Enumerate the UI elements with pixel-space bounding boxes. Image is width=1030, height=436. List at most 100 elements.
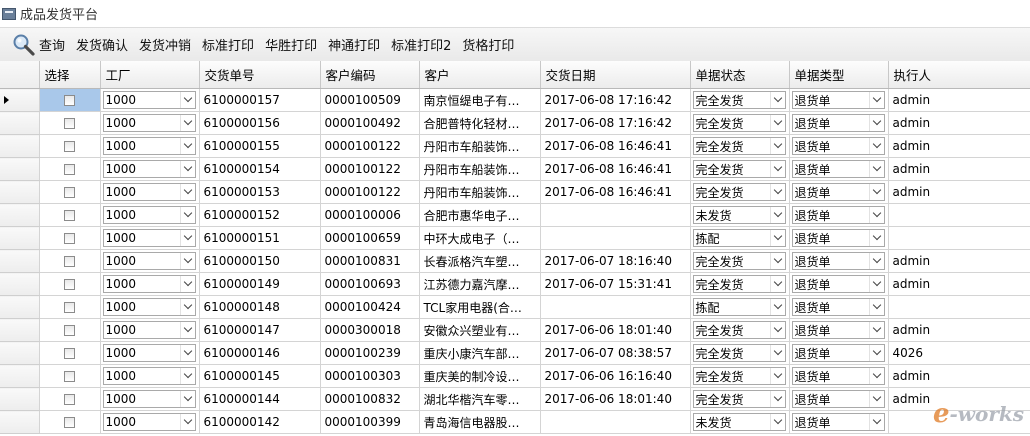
chevron-down-icon[interactable] bbox=[179, 391, 195, 407]
chevron-down-icon[interactable] bbox=[179, 184, 195, 200]
table-row[interactable]: 1000 6100000152 0000100006 合肥市惠华电子… 未发货 退货单 bbox=[0, 203, 1030, 227]
chevron-down-icon[interactable] bbox=[179, 345, 195, 361]
chevron-down-icon[interactable] bbox=[769, 391, 785, 407]
row-header[interactable] bbox=[0, 226, 40, 250]
table-row[interactable]: 1000 6100000153 0000100122 丹阳市车船装饰… 2017-06-… bbox=[0, 180, 1030, 204]
column-header-delivery-date[interactable]: 交货日期 bbox=[540, 61, 691, 89]
table-row[interactable]: 1000 6100000150 0000100831 长春派格汽车塑… 2017-06-… bbox=[0, 249, 1030, 273]
chevron-down-icon[interactable] bbox=[868, 414, 884, 430]
select-checkbox[interactable] bbox=[64, 233, 75, 244]
chevron-down-icon[interactable] bbox=[868, 299, 884, 315]
plant-select[interactable]: 1000 bbox=[102, 137, 196, 155]
chevron-down-icon[interactable] bbox=[769, 92, 785, 108]
chevron-down-icon[interactable] bbox=[179, 138, 195, 154]
row-header[interactable] bbox=[0, 295, 40, 319]
chevron-down-icon[interactable] bbox=[179, 299, 195, 315]
status-select[interactable]: 完全发货 bbox=[692, 160, 786, 178]
column-header-status[interactable]: 单据状态 bbox=[690, 61, 790, 89]
select-checkbox[interactable] bbox=[64, 118, 75, 129]
table-row[interactable]: 1000 6100000148 0000100424 TCL家用电器(合… 拣配 退货单 bbox=[0, 295, 1030, 319]
chevron-down-icon[interactable] bbox=[868, 368, 884, 384]
doc-type-select[interactable]: 退货单 bbox=[791, 114, 885, 132]
status-select[interactable]: 未发货 bbox=[692, 413, 786, 431]
column-header-delivery-no[interactable]: 交货单号 bbox=[199, 61, 321, 89]
chevron-down-icon[interactable] bbox=[179, 92, 195, 108]
chevron-down-icon[interactable] bbox=[769, 345, 785, 361]
doc-type-select[interactable]: 退货单 bbox=[791, 344, 885, 362]
chevron-down-icon[interactable] bbox=[179, 276, 195, 292]
plant-select[interactable]: 1000 bbox=[102, 206, 196, 224]
plant-select[interactable]: 1000 bbox=[102, 91, 196, 109]
plant-select[interactable]: 1000 bbox=[102, 229, 196, 247]
chevron-down-icon[interactable] bbox=[868, 161, 884, 177]
chevron-down-icon[interactable] bbox=[769, 322, 785, 338]
chevron-down-icon[interactable] bbox=[868, 322, 884, 338]
doc-type-select[interactable]: 退货单 bbox=[791, 298, 885, 316]
table-row[interactable]: 1000 6100000145 0000100303 重庆美的制冷设… 2017-06-… bbox=[0, 364, 1030, 388]
select-checkbox[interactable] bbox=[64, 141, 75, 152]
chevron-down-icon[interactable] bbox=[769, 368, 785, 384]
chevron-down-icon[interactable] bbox=[769, 299, 785, 315]
select-checkbox[interactable] bbox=[64, 371, 75, 382]
status-select[interactable]: 完全发货 bbox=[692, 321, 786, 339]
row-header[interactable] bbox=[0, 111, 40, 135]
table-row[interactable]: 1000 6100000154 0000100122 丹阳市车船装饰… 2017-06-… bbox=[0, 157, 1030, 181]
doc-type-select[interactable]: 退货单 bbox=[791, 229, 885, 247]
plant-select[interactable]: 1000 bbox=[102, 413, 196, 431]
table-row[interactable]: 1000 6100000144 0000100832 湖北华楷汽车零… 2017-06-… bbox=[0, 387, 1030, 411]
doc-type-select[interactable]: 退货单 bbox=[791, 390, 885, 408]
status-select[interactable]: 完全发货 bbox=[692, 275, 786, 293]
status-select[interactable]: 完全发货 bbox=[692, 91, 786, 109]
table-row[interactable]: 1000 6100000155 0000100122 丹阳市车船装饰… 2017-06-… bbox=[0, 134, 1030, 158]
chevron-down-icon[interactable] bbox=[769, 138, 785, 154]
row-header[interactable] bbox=[0, 157, 40, 181]
chevron-down-icon[interactable] bbox=[769, 207, 785, 223]
chevron-down-icon[interactable] bbox=[179, 115, 195, 131]
table-row[interactable]: 1000 6100000149 0000100693 江苏德力嘉汽摩… 2017-06-… bbox=[0, 272, 1030, 296]
chevron-down-icon[interactable] bbox=[868, 345, 884, 361]
doc-type-select[interactable]: 退货单 bbox=[791, 183, 885, 201]
plant-select[interactable]: 1000 bbox=[102, 367, 196, 385]
chevron-down-icon[interactable] bbox=[179, 414, 195, 430]
row-header[interactable] bbox=[0, 272, 40, 296]
select-checkbox[interactable] bbox=[64, 164, 75, 175]
table-row[interactable]: 1000 6100000146 0000100239 重庆小康汽车部… 2017-06-… bbox=[0, 341, 1030, 365]
select-checkbox[interactable] bbox=[64, 302, 75, 313]
plant-select[interactable]: 1000 bbox=[102, 344, 196, 362]
doc-type-select[interactable]: 退货单 bbox=[791, 137, 885, 155]
plant-select[interactable]: 1000 bbox=[102, 298, 196, 316]
plant-select[interactable]: 1000 bbox=[102, 114, 196, 132]
chevron-down-icon[interactable] bbox=[769, 115, 785, 131]
doc-type-select[interactable]: 退货单 bbox=[791, 252, 885, 270]
chevron-down-icon[interactable] bbox=[868, 391, 884, 407]
plant-select[interactable]: 1000 bbox=[102, 252, 196, 270]
shelf-print-button[interactable]: 货格打印 bbox=[462, 35, 514, 54]
status-select[interactable]: 完全发货 bbox=[692, 367, 786, 385]
select-checkbox[interactable] bbox=[64, 256, 75, 267]
row-header[interactable] bbox=[0, 249, 40, 273]
chevron-down-icon[interactable] bbox=[769, 414, 785, 430]
column-header-plant[interactable]: 工厂 bbox=[100, 61, 200, 89]
table-row[interactable]: 1000 6100000151 0000100659 中环大成电子（… 拣配 退货单 bbox=[0, 226, 1030, 250]
row-header[interactable] bbox=[0, 134, 40, 158]
chevron-down-icon[interactable] bbox=[769, 253, 785, 269]
select-checkbox[interactable] bbox=[64, 95, 75, 106]
chevron-down-icon[interactable] bbox=[868, 253, 884, 269]
select-checkbox[interactable] bbox=[64, 417, 75, 428]
plant-select[interactable]: 1000 bbox=[102, 275, 196, 293]
row-header[interactable] bbox=[0, 410, 40, 434]
column-header-doc-type[interactable]: 单据类型 bbox=[789, 61, 889, 89]
row-header[interactable] bbox=[0, 318, 40, 342]
status-select[interactable]: 完全发货 bbox=[692, 183, 786, 201]
row-header[interactable] bbox=[0, 203, 40, 227]
column-header-executor[interactable]: 执行人 bbox=[888, 61, 1030, 89]
status-select[interactable]: 完全发货 bbox=[692, 252, 786, 270]
huasheng-print-button[interactable]: 华胜打印 bbox=[265, 35, 317, 54]
doc-type-select[interactable]: 退货单 bbox=[791, 160, 885, 178]
confirm-delivery-button[interactable]: 发货确认 bbox=[76, 35, 128, 54]
table-row[interactable]: 1000 6100000157 0000100509 南京恒缇电子有… 2017-06-… bbox=[0, 88, 1030, 112]
column-header-customer-code[interactable]: 客户编码 bbox=[320, 61, 420, 89]
table-row[interactable]: 1000 6100000142 0000100399 青岛海信电器股… 未发货 退货单 bbox=[0, 410, 1030, 434]
status-select[interactable]: 完全发货 bbox=[692, 390, 786, 408]
plant-select[interactable]: 1000 bbox=[102, 321, 196, 339]
